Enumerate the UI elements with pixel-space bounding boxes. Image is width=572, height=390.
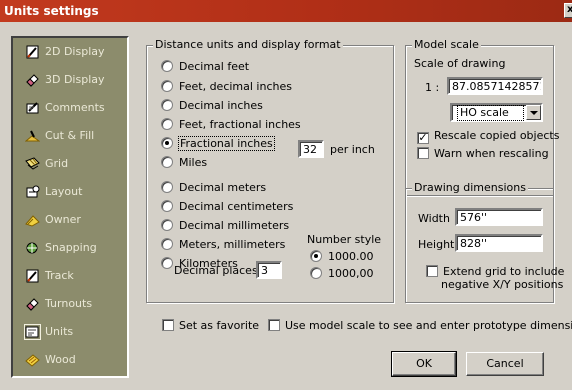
eraser-icon: [26, 74, 39, 87]
radio-button[interactable]: [161, 118, 173, 130]
sidebar-item-units[interactable]: Units: [15, 320, 127, 344]
scale-of-drawing-label: Scale of drawing: [414, 57, 506, 70]
units-icon: [24, 324, 41, 340]
radio-decimal-meters[interactable]: Decimal meters: [161, 181, 266, 194]
set-as-favorite-checkbox[interactable]: Set as favorite: [162, 319, 259, 332]
radio-button[interactable]: [161, 257, 173, 269]
sidebar-item-comments[interactable]: Comments: [15, 96, 127, 120]
grid-icon: [25, 157, 40, 170]
checkbox[interactable]: [417, 147, 429, 159]
turnout-icon: [26, 298, 39, 311]
checkbox-checked[interactable]: ✓: [417, 132, 429, 144]
sidebar-item-grid[interactable]: Grid: [15, 152, 127, 176]
snapping-icon: [26, 242, 38, 254]
checkbox[interactable]: [268, 319, 280, 331]
layout-icon: [26, 185, 40, 198]
radio-decimal-millimeters[interactable]: Decimal millimeters: [161, 219, 289, 232]
radio-feet-decimal-inches[interactable]: Feet, decimal inches: [161, 80, 292, 93]
radio-meters-millimeters[interactable]: Meters, millimeters: [161, 238, 285, 251]
radio-miles[interactable]: Miles: [161, 156, 207, 169]
close-icon: x: [567, 4, 572, 15]
category-sidebar: 2D Display 3D Display Comments Cut & Fil…: [11, 36, 129, 378]
width-label: Width: [418, 212, 450, 225]
title-bar: Units settings x: [0, 0, 572, 22]
radio-button-selected[interactable]: [161, 137, 173, 149]
width-input[interactable]: 576'': [455, 208, 543, 226]
radio-decimal-feet[interactable]: Decimal feet: [161, 60, 249, 73]
sidebar-item-snapping[interactable]: Snapping: [15, 236, 127, 260]
sidebar-item-cut-fill[interactable]: Cut & Fill: [15, 124, 127, 148]
radio-fractional-inches[interactable]: Fractional inches: [161, 136, 275, 151]
extend-grid-label-line2: negative X/Y positions: [441, 278, 564, 291]
pen-icon: [26, 102, 39, 114]
number-style-label: Number style: [307, 233, 382, 246]
radio-button[interactable]: [161, 99, 173, 111]
radio-button[interactable]: [161, 181, 173, 193]
model-scale-title: Model scale: [412, 38, 481, 51]
sidebar-item-2d-display[interactable]: 2D Display: [15, 40, 127, 64]
sidebar-item-layout[interactable]: Layout: [15, 180, 127, 204]
sidebar-item-turnouts[interactable]: Turnouts: [15, 292, 127, 316]
radio-decimal-centimeters[interactable]: Decimal centimeters: [161, 200, 293, 213]
radio-button[interactable]: [310, 267, 322, 279]
distance-units-title: Distance units and display format: [153, 38, 343, 51]
track-icon: [26, 269, 39, 283]
warn-rescaling-checkbox[interactable]: Warn when rescaling: [417, 147, 549, 160]
radio-number-style-comma[interactable]: 1000,00: [310, 267, 374, 280]
pencil-icon: [26, 45, 39, 59]
per-inch-label: per inch: [330, 143, 375, 156]
checkbox[interactable]: [426, 265, 438, 277]
sidebar-item-owner[interactable]: Owner: [15, 208, 127, 232]
height-input[interactable]: 828'': [455, 234, 543, 252]
checkbox[interactable]: [162, 319, 174, 331]
radio-button[interactable]: [161, 219, 173, 231]
scale-select[interactable]: HO scale: [450, 103, 543, 122]
sidebar-item-wood[interactable]: Wood: [15, 348, 127, 372]
drawing-dimensions-title: Drawing dimensions: [412, 181, 528, 194]
radio-button[interactable]: [161, 80, 173, 92]
radio-button[interactable]: [161, 200, 173, 212]
radio-number-style-dot[interactable]: 1000.00: [310, 250, 374, 263]
extend-grid-checkbox[interactable]: Extend grid to include: [426, 265, 564, 278]
scale-select-value: HO scale: [457, 105, 524, 121]
wood-icon: [25, 354, 40, 367]
chevron-down-icon[interactable]: [526, 105, 541, 120]
sidebar-item-3d-display[interactable]: 3D Display: [15, 68, 127, 92]
radio-button[interactable]: [161, 238, 173, 250]
use-model-scale-checkbox[interactable]: Use model scale to see and enter prototy…: [268, 319, 572, 332]
owner-icon: [25, 215, 40, 227]
decimal-places-input[interactable]: 3: [256, 261, 282, 279]
radio-button-selected[interactable]: [310, 250, 322, 262]
radio-feet-fractional-inches[interactable]: Feet, fractional inches: [161, 118, 301, 131]
window-title: Units settings: [4, 4, 99, 18]
sidebar-item-track[interactable]: Track: [15, 264, 127, 288]
shovel-icon: [25, 130, 40, 142]
ok-button[interactable]: OK: [391, 351, 457, 377]
decimal-places-label: Decimal places: [174, 264, 258, 277]
per-inch-input[interactable]: 32: [298, 140, 324, 158]
radio-decimal-inches[interactable]: Decimal inches: [161, 99, 263, 112]
rescale-copied-checkbox[interactable]: ✓ Rescale copied objects: [417, 129, 559, 144]
height-label: Height: [418, 238, 455, 251]
radio-button[interactable]: [161, 156, 173, 168]
cancel-button[interactable]: Cancel: [466, 352, 544, 376]
scale-ratio-prefix: 1 :: [425, 81, 440, 94]
close-button[interactable]: x: [564, 3, 572, 18]
radio-button[interactable]: [161, 60, 173, 72]
scale-ratio-input[interactable]: 87.08571428571: [447, 77, 543, 95]
